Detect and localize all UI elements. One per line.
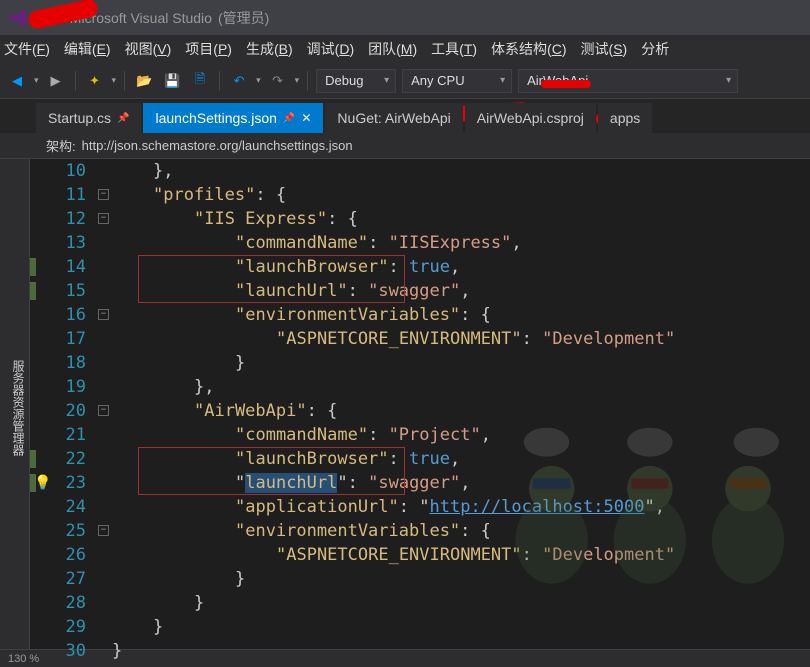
titlebar: age - Microsoft Visual Studio (管理员) [0,0,810,35]
menu-item[interactable]: 项目(P) [185,39,232,59]
new-item-icon[interactable]: ✦ [84,70,106,92]
menu-item[interactable]: 测试(S) [581,39,628,59]
document-tab[interactable]: apps [598,103,652,133]
change-mark [30,258,36,276]
code-line[interactable]: } [112,615,810,639]
config-dropdown[interactable]: Debug [316,69,396,93]
startup-dropdown[interactable]: AirWebApi [518,69,738,93]
code-area[interactable]: }, "profiles": { "IIS Express": { "comma… [112,159,810,649]
code-line[interactable]: } [112,351,810,375]
nav-back-icon[interactable]: ◀ [6,70,28,92]
change-mark [30,450,36,468]
fold-icon[interactable]: − [98,309,109,320]
menu-item[interactable]: 工具(T) [431,39,477,59]
line-gutter: 1011121314151617181920212223242526272829… [38,159,98,649]
code-line[interactable]: "environmentVariables": { [112,519,810,543]
redo-icon[interactable]: ↷ [267,70,289,92]
schema-bar: 架构: http://json.schemastore.org/launchse… [0,133,810,159]
toolbar: ◀ ▾ ▶ ✦ ▾ 📂 💾 🗎 ↶ ▾ ↷ ▾ Debug Any CPU Ai… [0,63,810,99]
code-line[interactable]: "environmentVariables": { [112,303,810,327]
code-line[interactable]: } [112,591,810,615]
open-icon[interactable]: 📂 [133,70,155,92]
tab-label: apps [610,110,640,126]
code-line[interactable]: } [112,639,810,663]
save-all-icon[interactable]: 🗎 [189,70,211,92]
menu-item[interactable]: 视图(V) [125,39,172,59]
menu-item[interactable]: 文件(F) [4,39,50,59]
admin-suffix: (管理员) [218,8,269,28]
tab-label: AirWebApi.csproj [477,110,584,126]
tab-label: launchSettings.json [155,110,276,126]
fold-icon[interactable]: − [98,213,109,224]
sidebar-left: 服务器资源管理器工具箱SQL Server 对象资源管理器数据源 [0,159,30,649]
document-tab[interactable]: Startup.cs 📌 [36,103,141,133]
undo-icon[interactable]: ↶ [228,70,250,92]
platform-dropdown[interactable]: Any CPU [402,69,512,93]
menu-item[interactable]: 编辑(E) [64,39,111,59]
tab-label: Startup.cs [48,110,111,126]
code-editor[interactable]: 1011121314151617181920212223242526272829… [30,159,810,649]
code-line[interactable]: "launchBrowser": true, [112,255,810,279]
sidebar-tab[interactable]: 服务器资源管理器 [8,354,29,462]
code-line[interactable]: }, [112,375,810,399]
menubar: 文件(F) 编辑(E) 视图(V) 项目(P) 生成(B) 调试(D) 团队(M) 工具(T)… [0,35,810,63]
change-mark [30,282,36,300]
vs-logo-icon [8,8,28,28]
code-line[interactable]: "IIS Express": { [112,207,810,231]
document-tab[interactable]: AirWebApi.csproj [465,103,596,133]
code-line[interactable]: "applicationUrl": "http://localhost:5000… [112,495,810,519]
menu-item[interactable]: 分析 [641,39,669,59]
save-icon[interactable]: 💾 [161,70,183,92]
zoom-level[interactable]: 130 % [8,653,39,665]
code-line[interactable]: "AirWebApi": { [112,399,810,423]
close-icon[interactable]: ✕ [301,111,311,125]
code-line[interactable]: "ASPNETCORE_ENVIRONMENT": "Development" [112,543,810,567]
code-line[interactable]: "launchUrl": "swagger", [112,279,810,303]
fold-icon[interactable]: − [98,525,109,536]
code-line[interactable]: "ASPNETCORE_ENVIRONMENT": "Development" [112,327,810,351]
schema-url[interactable]: http://json.schemastore.org/launchsettin… [82,138,353,153]
pin-icon[interactable]: 📌 [283,113,295,124]
document-tabs: Startup.cs 📌 launchSettings.json 📌 ✕ NuGet: A… [0,99,810,133]
menu-item[interactable]: 团队(M) [368,39,417,59]
fold-icon[interactable]: − [98,189,109,200]
lightbulb-icon[interactable]: 💡 [34,475,51,491]
code-line[interactable]: }, [112,159,810,183]
code-line[interactable]: "commandName": "Project", [112,423,810,447]
schema-label: 架构: [46,136,76,155]
nav-fwd-icon[interactable]: ▶ [45,70,67,92]
pin-icon[interactable]: 📌 [117,113,129,124]
code-line[interactable]: "commandName": "IISExpress", [112,231,810,255]
code-line[interactable]: } [112,567,810,591]
fold-icon[interactable]: − [98,405,109,416]
code-line[interactable]: "launchUrl": "swagger", [112,471,810,495]
code-line[interactable]: "profiles": { [112,183,810,207]
document-tab[interactable]: NuGet: AirWebApi [325,103,462,133]
tab-label: NuGet: AirWebApi [337,110,450,126]
menu-item[interactable]: 生成(B) [246,39,293,59]
menu-item[interactable]: 调试(D) [307,39,354,59]
document-tab[interactable]: launchSettings.json 📌 ✕ [143,103,323,133]
menu-item[interactable]: 体系结构(C) [491,39,566,59]
code-line[interactable]: "launchBrowser": true, [112,447,810,471]
